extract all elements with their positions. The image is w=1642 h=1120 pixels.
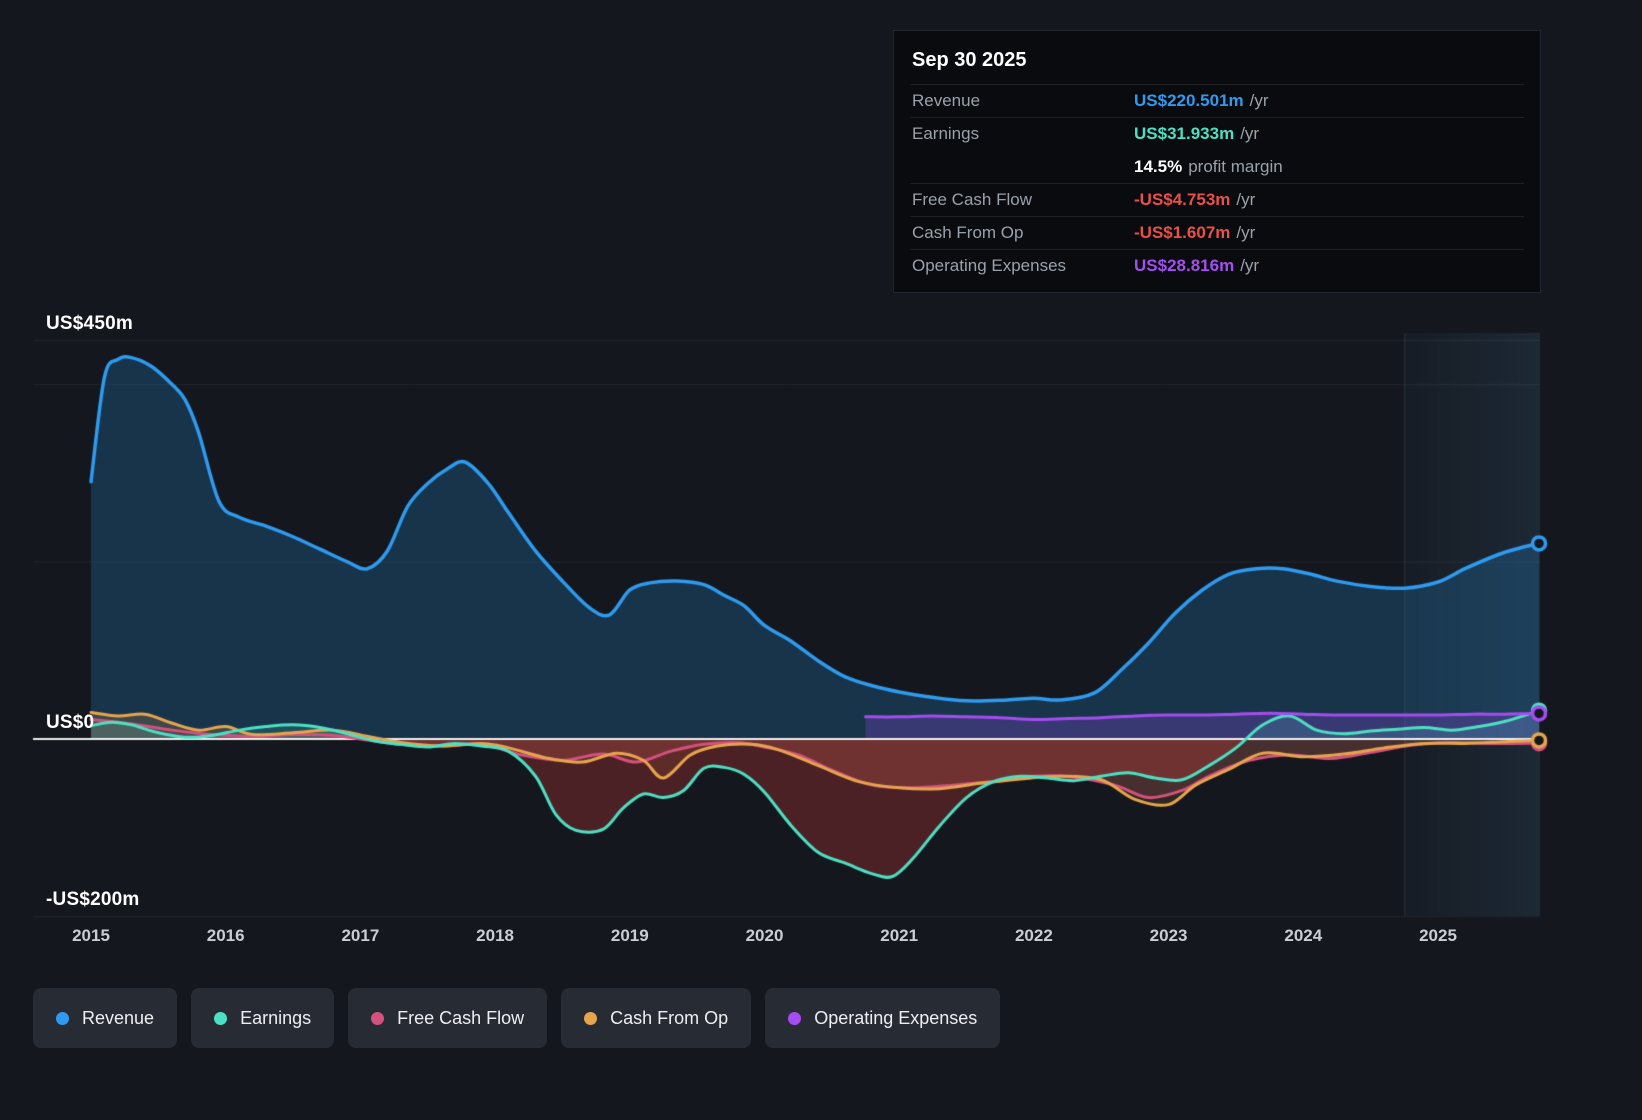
free-cash-flow-dot-icon	[371, 1012, 384, 1025]
tooltip-label: Free Cash Flow	[912, 190, 1134, 210]
legend-label: Operating Expenses	[814, 1008, 977, 1029]
x-axis-label-2017: 2017	[341, 926, 379, 946]
legend-item-earnings[interactable]: Earnings	[191, 988, 334, 1048]
tooltip-suffix: /yr	[1236, 223, 1255, 243]
revenue-dot-icon	[56, 1012, 69, 1025]
chart-tooltip: Sep 30 2025 Revenue US$220.501m /yr Earn…	[893, 30, 1541, 293]
tooltip-suffix: /yr	[1240, 124, 1259, 144]
x-axis-label-2016: 2016	[207, 926, 245, 946]
chart-legend: Revenue Earnings Free Cash Flow Cash Fro…	[33, 988, 1000, 1048]
x-axis-label-2018: 2018	[476, 926, 514, 946]
tooltip-row-revenue: Revenue US$220.501m /yr	[910, 84, 1524, 117]
tooltip-row-cash-from-op: Cash From Op -US$1.607m /yr	[910, 216, 1524, 249]
x-axis-label-2024: 2024	[1284, 926, 1322, 946]
legend-item-free-cash-flow[interactable]: Free Cash Flow	[348, 988, 547, 1048]
x-axis-label-2020: 2020	[746, 926, 784, 946]
cash-from-op-dot-icon	[584, 1012, 597, 1025]
y-axis-label-neg200: -US$200m	[46, 889, 139, 911]
tooltip-label: Cash From Op	[912, 223, 1134, 243]
tooltip-label: Earnings	[912, 124, 1134, 144]
tooltip-row-profit-margin: 14.5% profit margin	[910, 150, 1524, 183]
tooltip-row-earnings: Earnings US$31.933m /yr	[910, 117, 1524, 150]
legend-label: Cash From Op	[610, 1008, 728, 1029]
x-axis-label-2019: 2019	[611, 926, 649, 946]
tooltip-date: Sep 30 2025	[910, 39, 1524, 84]
tooltip-value: US$220.501m	[1134, 91, 1244, 111]
tooltip-suffix: /yr	[1240, 256, 1259, 276]
x-axis-label-2025: 2025	[1419, 926, 1457, 946]
tooltip-value: -US$1.607m	[1134, 223, 1230, 243]
tooltip-value: US$31.933m	[1134, 124, 1234, 144]
legend-item-cash-from-op[interactable]: Cash From Op	[561, 988, 751, 1048]
tooltip-value: -US$4.753m	[1134, 190, 1230, 210]
x-axis-label-2015: 2015	[72, 926, 110, 946]
y-axis-label-450: US$450m	[46, 313, 133, 335]
tooltip-suffix: /yr	[1236, 190, 1255, 210]
tooltip-suffix: /yr	[1250, 91, 1269, 111]
tooltip-row-free-cash-flow: Free Cash Flow -US$4.753m /yr	[910, 183, 1524, 216]
tooltip-row-operating-expenses: Operating Expenses US$28.816m /yr	[910, 249, 1524, 282]
legend-item-operating-expenses[interactable]: Operating Expenses	[765, 988, 1000, 1048]
x-axis-label-2022: 2022	[1015, 926, 1053, 946]
tooltip-value: US$28.816m	[1134, 256, 1234, 276]
tooltip-suffix: profit margin	[1188, 157, 1282, 177]
legend-item-revenue[interactable]: Revenue	[33, 988, 177, 1048]
tooltip-label: Operating Expenses	[912, 256, 1134, 276]
tooltip-label: Revenue	[912, 91, 1134, 111]
legend-label: Earnings	[240, 1008, 311, 1029]
y-axis-label-0: US$0	[46, 712, 94, 734]
tooltip-value: 14.5%	[1134, 157, 1182, 177]
x-axis-label-2023: 2023	[1150, 926, 1188, 946]
legend-label: Revenue	[82, 1008, 154, 1029]
x-axis-label-2021: 2021	[880, 926, 918, 946]
operating-expenses-dot-icon	[788, 1012, 801, 1025]
earnings-dot-icon	[214, 1012, 227, 1025]
legend-label: Free Cash Flow	[397, 1008, 524, 1029]
financial-history-chart-page: US$450m US$0 -US$200m 2015 2016 2017 201…	[0, 0, 1642, 1120]
